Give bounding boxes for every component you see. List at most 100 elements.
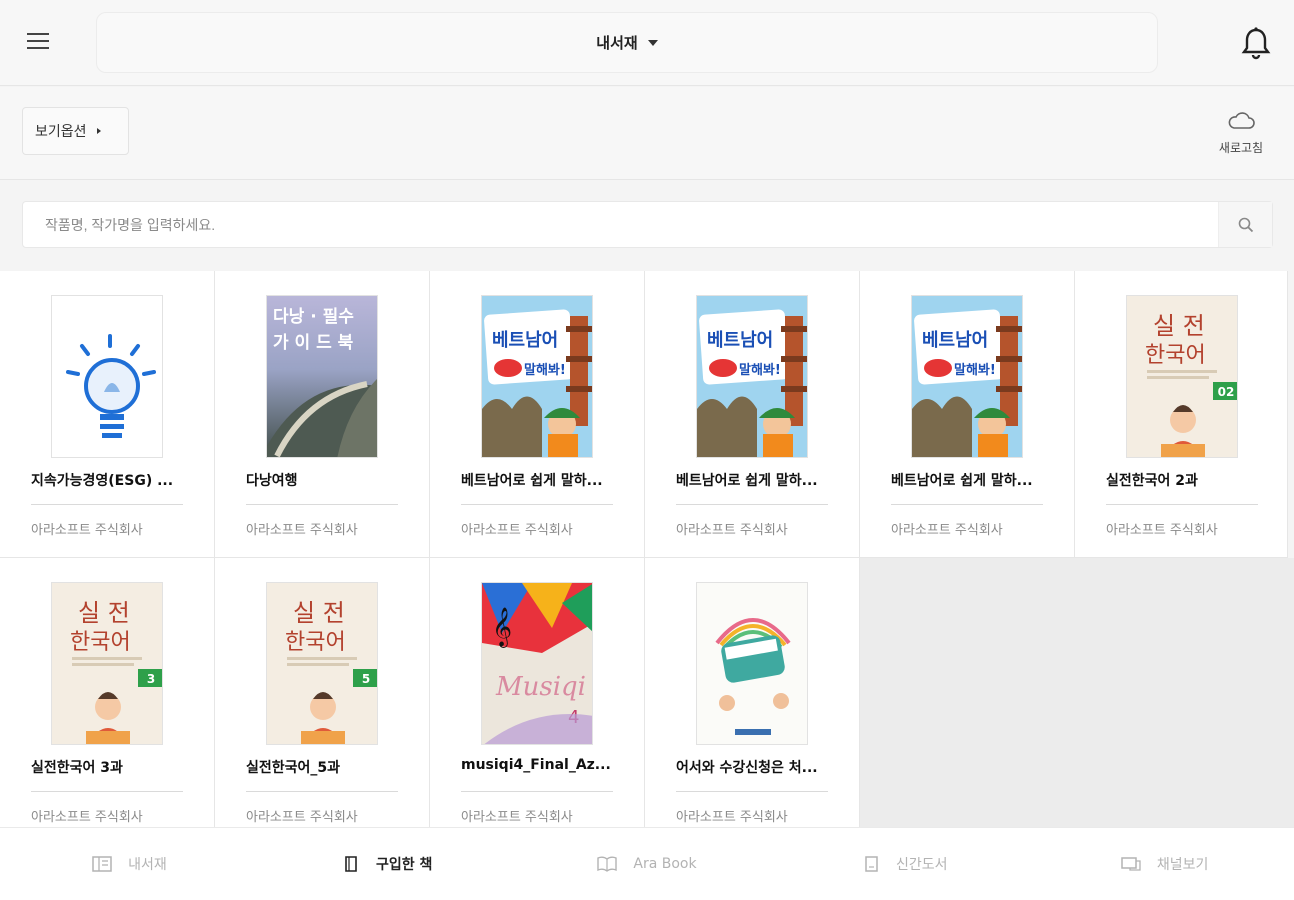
page-title: 내서재 [596, 34, 638, 52]
book-publisher: 아라소프트 주식회사 [31, 523, 143, 538]
library-selector[interactable]: 내서재 [96, 12, 1158, 73]
book-card[interactable]: 실 전 한국어 3 실전한국어 3과아라소프트 주식회사 [0, 558, 215, 845]
card-divider [676, 504, 828, 505]
book-card[interactable]: 실 전 한국어 5 실전한국어_5과 아라소프트 주식회사 [215, 558, 430, 845]
svg-text:말해봐!: 말해봐! [739, 362, 781, 378]
book-publisher: 아라소프트 주식회사 [676, 810, 788, 825]
svg-text:베트남어: 베트남어 [922, 330, 988, 351]
card-divider [1106, 504, 1258, 505]
new-book-icon [864, 855, 888, 873]
book-card[interactable]: 다낭 · 필수가 이 드 북다낭여행아라소프트 주식회사 [215, 271, 430, 558]
top-bar: 내서재 [0, 0, 1294, 86]
book-title: 어서와 수강신청은 처... [676, 760, 818, 776]
svg-text:가 이 드 북: 가 이 드 북 [273, 333, 354, 353]
svg-text:베트남어: 베트남어 [492, 330, 558, 351]
book-cover-image[interactable]: 실 전한국어 02 [1126, 295, 1238, 458]
nav-tab-3[interactable]: Ara Book [518, 828, 777, 900]
nav-tab-2[interactable]: 구입한 책 [259, 828, 518, 900]
book-title: 베트남어로 쉽게 말하... [891, 473, 1033, 489]
svg-text:실 전: 실 전 [1153, 312, 1205, 340]
empty-grid-area [859, 558, 1294, 827]
card-divider [246, 791, 398, 792]
search-bar [22, 201, 1273, 248]
channel-icon [1121, 855, 1149, 873]
book-publisher: 아라소프트 주식회사 [676, 523, 788, 538]
chevron-right-icon [96, 128, 101, 134]
book-card[interactable]: 지속가능경영(ESG) ... 아라소프트 주식회사 [0, 271, 215, 558]
options-row: 보기옵션 새로고침 [0, 87, 1294, 180]
notification-bell-icon[interactable] [1236, 24, 1276, 64]
nav-tab-5[interactable]: 채널보기 [1035, 828, 1294, 900]
card-divider [246, 504, 398, 505]
card-divider [461, 791, 613, 792]
view-options-button[interactable]: 보기옵션 [22, 107, 129, 155]
nav-tab-1[interactable]: 내서재 [0, 828, 259, 900]
refresh-button[interactable]: 새로고침 [1206, 109, 1276, 161]
svg-text:𝄞: 𝄞 [492, 607, 512, 648]
hamburger-menu-icon[interactable] [24, 28, 54, 56]
svg-text:3: 3 [147, 672, 155, 686]
book-cover-image[interactable]: 다낭 · 필수가 이 드 북 [266, 295, 378, 458]
nav-tab-label: Ara Book [633, 856, 697, 872]
book-card[interactable]: 베트남어말해봐! 베트남어로 쉽게 말하... 아라소프트 주식회사 [860, 271, 1075, 558]
svg-text:말해봐!: 말해봐! [524, 362, 566, 378]
svg-text:한국어: 한국어 [285, 630, 346, 655]
book-publisher: 아라소프트 주식회사 [31, 810, 143, 825]
book-card[interactable]: 베트남어말해봐! 베트남어로 쉽게 말하... 아라소프트 주식회사 [430, 271, 645, 558]
book-cover-image[interactable]: 베트남어말해봐! [911, 295, 1023, 458]
book-cover-image[interactable]: 실 전 한국어 3 [51, 582, 163, 745]
card-divider [31, 791, 183, 792]
svg-text:02: 02 [1218, 385, 1235, 399]
book-publisher: 아라소프트 주식회사 [246, 523, 358, 538]
svg-text:말해봐!: 말해봐! [954, 362, 996, 378]
book-card[interactable]: 베트남어말해봐! 베트남어로 쉽게 말하... 아라소프트 주식회사 [645, 271, 860, 558]
book-title: 실전한국어 3과 [31, 760, 123, 776]
svg-text:다낭 · 필수: 다낭 · 필수 [273, 307, 354, 327]
search-input[interactable] [23, 202, 1218, 247]
book-card[interactable]: 어서와 수강신청은 처... 아라소프트 주식회사 [645, 558, 860, 845]
card-divider [461, 504, 613, 505]
book-card[interactable]: 𝄞Musiqi4musiqi4_Final_Az...아라소프트 주식회사 [430, 558, 645, 845]
open-book-icon [597, 855, 625, 873]
book-title: 베트남어로 쉽게 말하... [461, 473, 603, 489]
svg-text:한국어: 한국어 [1145, 343, 1206, 368]
book-publisher: 아라소프트 주식회사 [246, 810, 358, 825]
book-publisher: 아라소프트 주식회사 [461, 523, 573, 538]
search-button[interactable] [1218, 202, 1272, 247]
book-cover-image[interactable]: 실 전 한국어 5 [266, 582, 378, 745]
book-title: 실전한국어_5과 [246, 760, 341, 776]
book-cover-image[interactable] [51, 295, 163, 458]
book-cover-image[interactable]: 베트남어말해봐! [696, 295, 808, 458]
book-title: 지속가능경영(ESG) ... [31, 473, 174, 489]
search-icon [1238, 217, 1253, 232]
book-grid: 지속가능경영(ESG) ... 아라소프트 주식회사 다낭 · 필수 가 이 드 북다… [0, 271, 1294, 845]
svg-text:베트남어: 베트남어 [707, 330, 773, 351]
library-icon [92, 855, 120, 873]
bottom-navigation: 내서재 구입한 책 Ara Book 신간도서 채널보기 [0, 827, 1294, 900]
nav-tab-label: 신간도서 [896, 857, 948, 873]
nav-tab-label: 구입한 책 [375, 857, 433, 873]
book-cover-image[interactable]: 베트남어말해봐! [481, 295, 593, 458]
view-options-label: 보기옵션 [35, 124, 87, 140]
book-title: 실전한국어 2과 [1106, 473, 1198, 489]
book-cover-image[interactable] [696, 582, 808, 745]
nav-tab-label: 채널보기 [1156, 857, 1209, 873]
card-divider [891, 504, 1043, 505]
book-title: 베트남어로 쉽게 말하... [676, 473, 818, 489]
nav-tab-label: 내서재 [128, 857, 167, 873]
book-title: 다낭여행 [246, 473, 298, 489]
book-title: musiqi4_Final_Az... [461, 757, 611, 773]
card-divider [676, 791, 828, 792]
chevron-down-icon [647, 39, 658, 46]
cloud-refresh-icon [1228, 112, 1255, 129]
book-cover-image[interactable]: 𝄞Musiqi4 [481, 582, 593, 745]
nav-tab-4[interactable]: 신간도서 [776, 828, 1035, 900]
card-divider [31, 504, 183, 505]
search-area [0, 181, 1294, 271]
svg-text:Musiqi: Musiqi [495, 672, 586, 702]
svg-text:5: 5 [362, 672, 370, 686]
book-card[interactable]: 실 전 한국어 02 실전한국어 2과 아라소프트 주식회사 [1075, 271, 1288, 558]
svg-text:실 전: 실 전 [78, 599, 130, 627]
book-publisher: 아라소프트 주식회사 [891, 523, 1003, 538]
book-publisher: 아라소프트 주식회사 [461, 810, 573, 825]
